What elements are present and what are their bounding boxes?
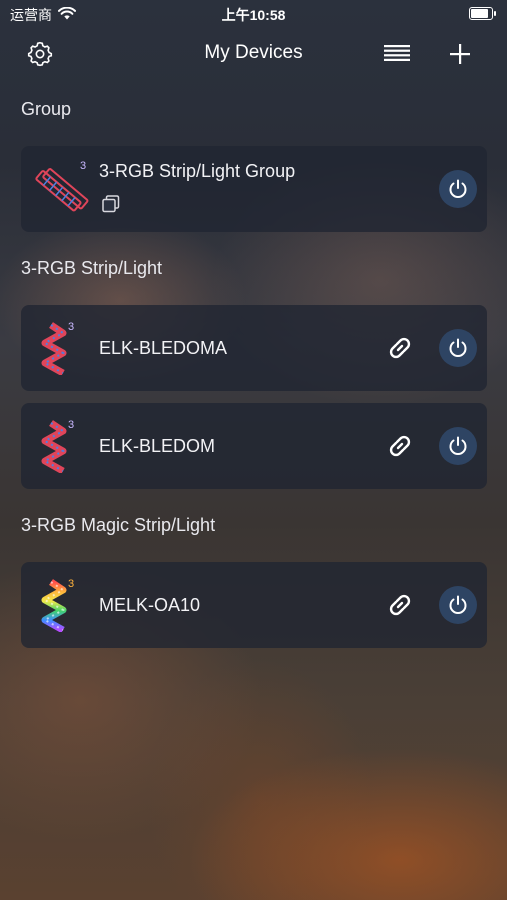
plus-icon <box>450 44 470 64</box>
device-card-group[interactable]: 3 3-RGB Strip/Light Group <box>21 146 487 232</box>
channel-badge: 3 <box>68 321 75 333</box>
link-icon <box>389 435 411 457</box>
section-title-rgb-strip: 3-RGB Strip/Light <box>21 258 163 278</box>
add-device-button[interactable] <box>444 38 476 70</box>
device-name: MELK-OA10 <box>99 595 201 615</box>
power-icon <box>449 595 467 614</box>
connect-button[interactable] <box>383 429 417 463</box>
device-name: 3-RGB Strip/Light Group <box>99 161 296 181</box>
nav-bar: My Devices <box>0 30 507 76</box>
channel-badge: 3 <box>68 578 75 590</box>
copy-icon[interactable] <box>101 194 121 219</box>
power-icon <box>449 179 467 198</box>
power-icon <box>449 436 467 455</box>
link-icon <box>389 337 411 359</box>
magic-led-strip-icon <box>33 578 83 637</box>
device-name: ELK-BLEDOMA <box>99 338 228 358</box>
power-button[interactable] <box>439 329 477 367</box>
connect-button[interactable] <box>383 588 417 622</box>
device-card-melk-oa10[interactable]: 3 MELK-OA10 <box>21 562 487 648</box>
list-icon <box>384 45 410 61</box>
battery-icon <box>469 7 496 20</box>
power-icon <box>449 338 467 357</box>
device-card-elk-bledom[interactable]: 3 ELK-BLEDOM <box>21 403 487 489</box>
status-time: 上午10:58 <box>221 7 286 23</box>
channel-badge: 3 <box>80 160 87 172</box>
section-title-group: Group <box>21 99 72 119</box>
section-title-magic-strip: 3-RGB Magic Strip/Light <box>21 515 216 535</box>
status-bar: 运营商 上午10:58 <box>0 0 507 28</box>
battery-level <box>471 9 488 18</box>
channel-badge: 3 <box>68 419 75 431</box>
link-icon <box>389 594 411 616</box>
device-card-elk-bledoma[interactable]: 3 ELK-BLEDOMA <box>21 305 487 391</box>
power-button[interactable] <box>439 586 477 624</box>
list-view-button[interactable] <box>381 38 413 70</box>
connect-button[interactable] <box>383 331 417 365</box>
device-name: ELK-BLEDOM <box>99 436 216 456</box>
led-strip-icon <box>33 321 83 380</box>
page-title: My Devices <box>204 42 303 63</box>
power-button[interactable] <box>439 427 477 465</box>
power-button[interactable] <box>439 170 477 208</box>
led-strip-icon <box>33 419 83 478</box>
